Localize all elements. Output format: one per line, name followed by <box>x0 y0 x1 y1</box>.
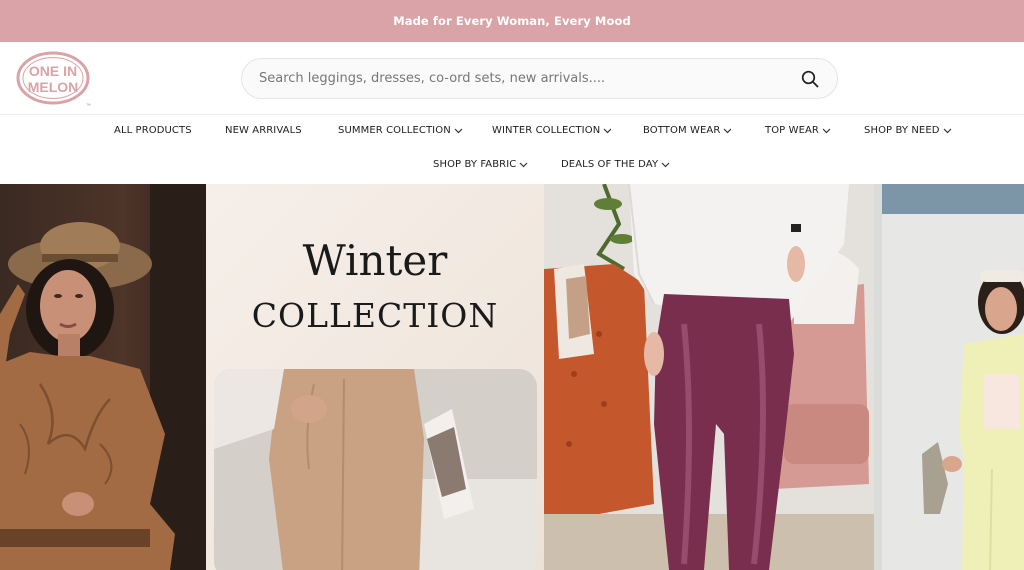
nav-item-shop-by-need[interactable]: SHOP BY NEED <box>864 125 952 136</box>
brand-logo[interactable]: ONE IN MELON ™ <box>16 51 92 109</box>
nav-item-summer-collection[interactable]: SUMMER COLLECTION <box>338 125 463 136</box>
nav-item-label: ALL PRODUCTS <box>114 125 192 136</box>
logo-text-line2: MELON <box>28 79 79 95</box>
search-icon[interactable] <box>799 68 821 90</box>
logo-text-line1: ONE IN <box>29 63 77 79</box>
hero-subtitle: COLLECTION <box>251 296 499 335</box>
nav-item-label: WINTER COLLECTION <box>492 125 601 136</box>
model-illustration <box>0 184 206 570</box>
logo-badge: ONE IN MELON ™ <box>16 51 91 109</box>
nav-item-shop-by-fabric[interactable]: SHOP BY FABRIC <box>433 159 528 170</box>
nav-item-top-wear[interactable]: TOP WEAR <box>765 125 831 136</box>
nav-item-label: SUMMER COLLECTION <box>338 125 451 136</box>
main-nav: ALL PRODUCTS NEW ARRIVALS SUMMER COLLECT… <box>0 115 1024 183</box>
nav-item-winter-collection[interactable]: WINTER COLLECTION <box>492 125 612 136</box>
nav-item-deals-of-the-day[interactable]: DEALS OF THE DAY <box>561 159 670 170</box>
hero-image-leggings[interactable] <box>544 184 874 570</box>
search-input[interactable]: Search leggings, dresses, co-ord sets, n… <box>259 71 799 86</box>
chevron-down-icon <box>454 128 463 133</box>
nav-item-label: BOTTOM WEAR <box>643 125 721 136</box>
search-bar[interactable]: Search leggings, dresses, co-ord sets, n… <box>241 58 838 99</box>
nav-item-label: SHOP BY NEED <box>864 125 940 136</box>
hero-winter-collection-panel[interactable]: Winter COLLECTION <box>206 184 544 570</box>
chevron-down-icon <box>661 162 670 167</box>
nav-item-label: DEALS OF THE DAY <box>561 159 659 170</box>
chevron-down-icon <box>822 128 831 133</box>
hero-banner[interactable]: Winter COLLECTION <box>0 184 1024 570</box>
hero-title: Winter <box>302 236 448 285</box>
leggings-illustration <box>544 184 874 570</box>
nav-item-label: TOP WEAR <box>765 125 819 136</box>
nav-item-bottom-wear[interactable]: BOTTOM WEAR <box>643 125 732 136</box>
site-header: ONE IN MELON ™ Search leggings, dresses,… <box>0 42 1024 115</box>
hero-image-hat-outfit[interactable] <box>0 184 206 570</box>
hero-image-tracksuit[interactable] <box>874 184 1024 570</box>
nav-item-label: NEW ARRIVALS <box>225 125 302 136</box>
chevron-down-icon <box>723 128 732 133</box>
trousers-illustration <box>214 369 537 570</box>
hero-image-trousers <box>214 369 537 570</box>
svg-text:™: ™ <box>86 103 91 109</box>
nav-item-label: SHOP BY FABRIC <box>433 159 517 170</box>
nav-item-new-arrivals[interactable]: NEW ARRIVALS <box>225 125 302 136</box>
chevron-down-icon <box>943 128 952 133</box>
announcement-bar: Made for Every Woman, Every Mood <box>0 0 1024 42</box>
tracksuit-illustration <box>874 184 1024 570</box>
chevron-down-icon <box>519 162 528 167</box>
announcement-text: Made for Every Woman, Every Mood <box>393 14 631 28</box>
chevron-down-icon <box>603 128 612 133</box>
nav-item-all-products[interactable]: ALL PRODUCTS <box>114 125 192 136</box>
